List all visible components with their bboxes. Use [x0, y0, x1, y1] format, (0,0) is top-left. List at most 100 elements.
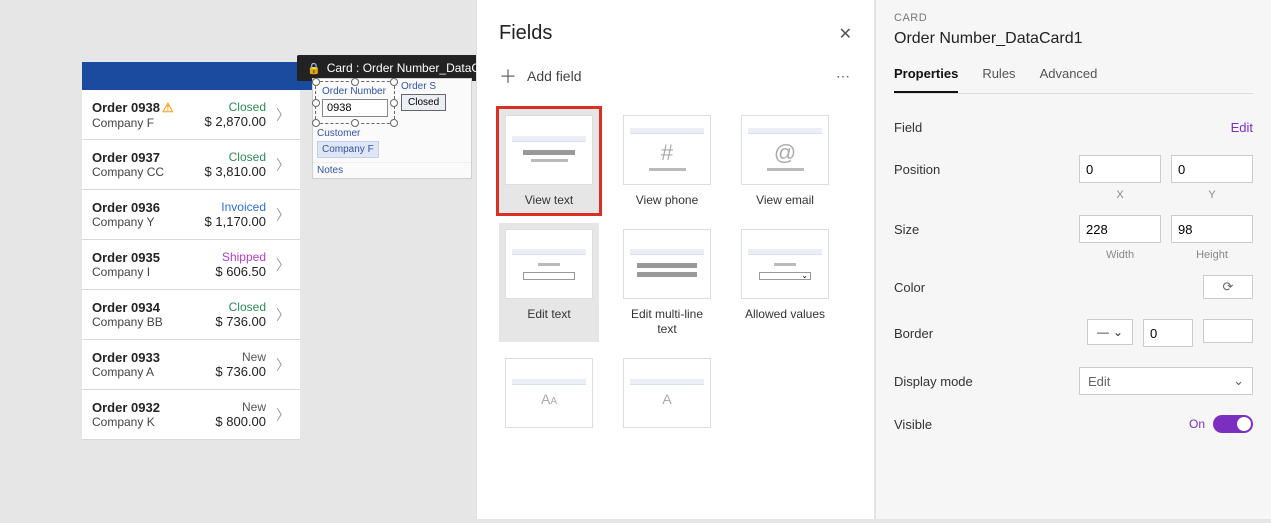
- order-amount: $ 3,810.00: [205, 164, 266, 179]
- order-id: Order 0936: [92, 200, 205, 215]
- order-company: Company K: [92, 415, 215, 429]
- order-company: Company F: [92, 116, 205, 130]
- prop-border-label: Border: [894, 326, 933, 341]
- position-x-sublabel: X: [1079, 189, 1161, 201]
- control-allowed-values[interactable]: ⌄ Allowed values: [735, 223, 835, 342]
- position-y-input[interactable]: [1171, 155, 1253, 183]
- chevron-right-icon[interactable]: 〉: [276, 305, 290, 325]
- order-status-label: Order S: [397, 79, 471, 92]
- order-id: Order 0935: [92, 250, 215, 265]
- orders-gallery[interactable]: Order 0938⚠Company FClosed$ 2,870.00〉Ord…: [82, 90, 300, 440]
- control-view-email[interactable]: @ View email: [735, 109, 835, 213]
- size-width-sublabel: Width: [1079, 249, 1161, 261]
- order-row[interactable]: Order 0933Company ANew$ 736.00〉: [82, 340, 300, 390]
- display-mode-select[interactable]: Edit ⌄: [1079, 367, 1253, 395]
- prop-position-label: Position: [894, 162, 940, 177]
- order-row[interactable]: Order 0935Company IShipped$ 606.50 〉: [82, 240, 300, 290]
- properties-panel: CARD Order Number_DataCard1 Properties R…: [875, 0, 1271, 519]
- order-status: Shipped: [215, 250, 266, 264]
- control-view-phone[interactable]: # View phone: [617, 109, 717, 213]
- position-y-sublabel: Y: [1171, 189, 1253, 201]
- order-amount: $ 1,170.00: [205, 214, 266, 229]
- order-amount: $ 606.50: [215, 264, 266, 279]
- chevron-right-icon[interactable]: 〉: [276, 105, 290, 125]
- order-row[interactable]: Order 0932Company KNew$ 800.00 〉: [82, 390, 300, 440]
- order-status: Closed: [205, 150, 266, 164]
- close-icon[interactable]: ✕: [839, 24, 852, 44]
- chevron-down-icon: ⌄: [1233, 373, 1244, 389]
- notes-label: Notes: [313, 162, 471, 178]
- size-height-input[interactable]: [1171, 215, 1253, 243]
- visible-toggle-label: On: [1189, 417, 1205, 431]
- plus-icon[interactable]: ＋: [499, 63, 517, 89]
- order-status: Closed: [205, 100, 266, 114]
- properties-caption: CARD: [894, 12, 1253, 24]
- chevron-right-icon[interactable]: 〉: [276, 255, 290, 275]
- order-id: Order 0933: [92, 350, 215, 365]
- customer-value[interactable]: Company F: [317, 141, 379, 158]
- prop-visible-label: Visible: [894, 417, 932, 432]
- prop-field-edit-link[interactable]: Edit: [1231, 120, 1253, 135]
- color-picker[interactable]: ⟳: [1203, 275, 1253, 299]
- order-number-input[interactable]: 0938: [322, 99, 388, 117]
- chevron-right-icon[interactable]: 〉: [276, 205, 290, 225]
- order-id: Order 0932: [92, 400, 215, 415]
- customer-datacard[interactable]: Customer Company F: [313, 126, 471, 160]
- control-more-2[interactable]: A: [617, 352, 717, 442]
- order-company: Company BB: [92, 315, 215, 329]
- order-row[interactable]: Order 0934Company BBClosed$ 736.00 〉: [82, 290, 300, 340]
- chevron-right-icon[interactable]: 〉: [276, 405, 290, 425]
- control-edit-multiline[interactable]: Edit multi-line text: [617, 223, 717, 342]
- visible-toggle[interactable]: [1213, 415, 1253, 433]
- order-row[interactable]: Order 0937Company CCClosed$ 3,810.00 〉: [82, 140, 300, 190]
- order-status: Invoiced: [205, 200, 266, 214]
- control-view-text[interactable]: View text: [499, 109, 599, 213]
- order-amount: $ 736.00: [215, 364, 266, 379]
- control-edit-text[interactable]: Edit text: [499, 223, 599, 342]
- border-color-picker[interactable]: [1203, 319, 1253, 343]
- order-id: Order 0938⚠: [92, 100, 205, 116]
- order-row[interactable]: Order 0938⚠Company FClosed$ 2,870.00 〉: [82, 90, 300, 140]
- control-more-1[interactable]: AA: [499, 352, 599, 442]
- order-status-datacard[interactable]: Order S Closed: [397, 79, 471, 126]
- order-form-card[interactable]: Order Number 0938 Order S Closed Custome…: [312, 78, 472, 179]
- fields-more-icon[interactable]: ⋯: [836, 68, 852, 85]
- prop-size-label: Size: [894, 222, 919, 237]
- chevron-right-icon[interactable]: 〉: [276, 355, 290, 375]
- size-width-input[interactable]: [1079, 215, 1161, 243]
- order-amount: $ 800.00: [215, 414, 266, 429]
- lock-icon: [307, 61, 321, 75]
- chevron-down-icon: ⌄: [1113, 325, 1123, 339]
- size-height-sublabel: Height: [1171, 249, 1253, 261]
- tab-rules[interactable]: Rules: [982, 60, 1015, 93]
- order-row[interactable]: Order 0936Company YInvoiced$ 1,170.00 〉: [82, 190, 300, 240]
- control-type-gallery: View text # View phone @ View email Edit…: [477, 103, 874, 523]
- warning-icon: ⚠: [162, 100, 174, 115]
- prop-color-label: Color: [894, 280, 925, 295]
- prop-displaymode-label: Display mode: [894, 374, 973, 389]
- order-status: New: [215, 350, 266, 364]
- customer-label: Customer: [313, 126, 471, 139]
- fields-panel-title: Fields: [499, 22, 552, 45]
- order-id: Order 0937: [92, 150, 205, 165]
- fields-panel: Fields ✕ ＋ Add field ⋯ ⌃ ⌄ ⌄ View text #…: [476, 0, 874, 519]
- border-width-input[interactable]: [1143, 319, 1193, 347]
- prop-field-label: Field: [894, 120, 922, 135]
- order-company: Company Y: [92, 215, 205, 229]
- order-id: Order 0934: [92, 300, 215, 315]
- position-x-input[interactable]: [1079, 155, 1161, 183]
- order-status: New: [215, 400, 266, 414]
- order-status: Closed: [215, 300, 266, 314]
- order-amount: $ 2,870.00: [205, 114, 266, 129]
- order-company: Company CC: [92, 165, 205, 179]
- order-company: Company I: [92, 265, 215, 279]
- tab-properties[interactable]: Properties: [894, 60, 958, 93]
- order-status-value[interactable]: Closed: [401, 94, 446, 111]
- border-style-select[interactable]: — ⌄: [1087, 319, 1133, 345]
- order-number-datacard[interactable]: Order Number 0938: [315, 81, 395, 124]
- order-amount: $ 736.00: [215, 314, 266, 329]
- add-field-button[interactable]: Add field: [527, 68, 581, 84]
- tab-advanced[interactable]: Advanced: [1040, 60, 1098, 93]
- chevron-right-icon[interactable]: 〉: [276, 155, 290, 175]
- properties-title: Order Number_DataCard1: [894, 30, 1253, 48]
